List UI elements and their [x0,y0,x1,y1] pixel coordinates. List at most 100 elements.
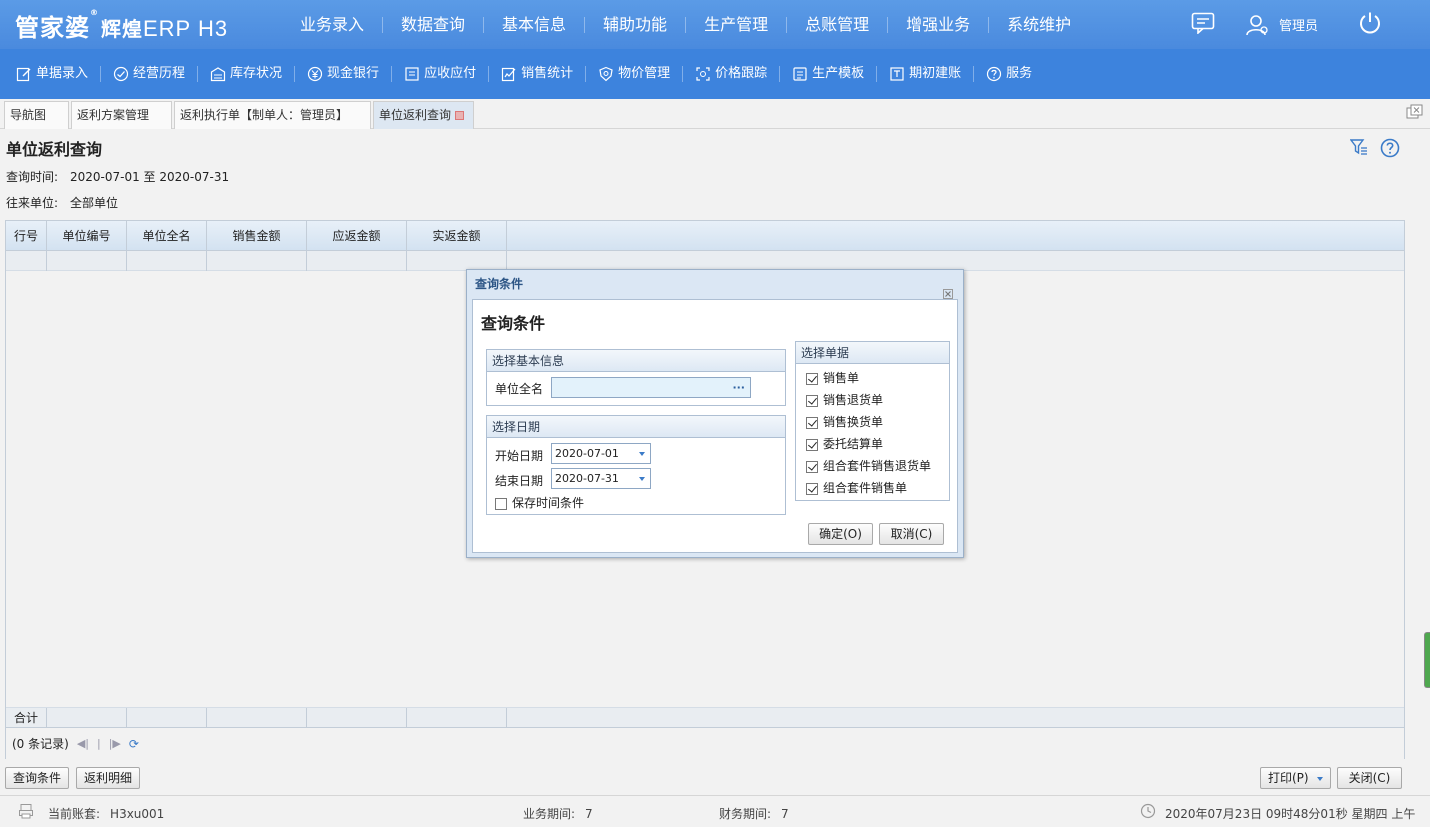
help-icon[interactable] [1380,138,1400,158]
main-nav-item[interactable]: 系统维护 [989,16,1089,33]
account-value: H3xu001 [110,807,165,821]
rebate-detail-button[interactable]: 返利明细 [76,767,141,789]
grid-cell [127,251,207,271]
doc-option[interactable]: 销售换货单 [806,413,883,430]
tab-close-icon[interactable] [455,111,465,120]
power-icon[interactable] [1358,11,1382,38]
unit-row: 往来单位: 全部单位 [6,194,118,211]
sub-nav-label: 生产模板 [812,66,865,81]
query-time-label: 查询时间: [6,170,59,184]
close-button[interactable]: 关闭(C) [1337,767,1402,789]
tab-rebate-plan[interactable]: 返利方案管理 [71,101,172,129]
record-count: (0 条记录) [12,737,69,751]
doc-option[interactable]: 委托结算单 [806,435,883,452]
sub-nav-item-prod-template[interactable]: 生产模板 [792,66,878,82]
doc-checkbox[interactable] [806,394,818,407]
footer-cell [127,708,207,728]
query-conditions-button[interactable]: 查询条件 [5,767,70,789]
fin-period-info: 财务期间: 7 [719,805,789,822]
main-nav-item[interactable]: 数据查询 [383,16,485,33]
doc-option[interactable]: 销售退货单 [806,391,883,408]
refresh-icon[interactable]: ⟳ [129,737,139,751]
unit-name-input[interactable]: ··· [551,377,751,398]
grid-cell [207,251,307,271]
user-menu[interactable]: 管理员 [1245,14,1318,36]
message-icon[interactable] [1191,12,1215,37]
sub-nav-item-entry[interactable]: 单据录入 [16,66,102,82]
tab-rebate-order[interactable]: 返利执行单【制单人：管理员】 [174,101,371,129]
main-nav-item[interactable]: 生产管理 [686,16,788,33]
table-row[interactable] [6,251,1404,271]
dialog-heading: 查询条件 [481,314,546,333]
col-header[interactable]: 应返金额 [307,221,407,251]
tab-navigation[interactable]: 导航图 [4,101,69,129]
start-date-input[interactable]: 2020-07-01 [551,443,651,464]
cancel-button[interactable]: 取消(C) [879,523,944,545]
main-nav-item[interactable]: 辅助功能 [585,16,687,33]
sub-nav-item-cash[interactable]: 现金银行 [307,66,393,82]
browse-icon[interactable]: ··· [732,378,745,397]
doc-checkbox[interactable] [806,482,818,495]
doc-option[interactable]: 销售单 [806,369,859,386]
side-panel-handle[interactable] [1424,632,1430,688]
doc-option[interactable]: 组合套件销售单 [806,479,907,496]
chevron-down-icon[interactable] [639,477,645,481]
col-header[interactable]: 单位编号 [47,221,127,251]
doc-checkbox[interactable] [806,372,818,385]
col-header[interactable]: 单位全名 [127,221,207,251]
chevron-down-icon [1316,776,1323,781]
main-nav-item[interactable]: 增强业务 [888,16,990,33]
sub-nav-item-history[interactable]: 经营历程 [113,66,199,82]
doc-checkbox[interactable] [806,416,818,429]
help-circle-icon [987,66,1002,82]
yen-icon [307,66,323,82]
col-header[interactable]: 销售金额 [207,221,307,251]
doc-type-group: 选择单据 销售单 销售退货单 销售换货单 委托结算单 组合套件销售退货单 组合套… [795,341,950,501]
tab-unit-rebate-query[interactable]: 单位返利查询 [373,101,474,129]
sub-nav-item-service[interactable]: 服务 [986,66,1044,82]
account-info: 当前账套: H3xu001 [48,805,164,822]
tab-strip: 导航图 返利方案管理 返利执行单【制单人：管理员】 单位返利查询 [0,99,1430,129]
main-nav-item[interactable]: 基本信息 [484,16,586,33]
end-date-input[interactable]: 2020-07-31 [551,468,651,489]
chevron-down-icon[interactable] [639,452,645,456]
col-header[interactable]: 行号 [6,221,47,251]
ok-button[interactable]: 确定(O) [808,523,873,545]
main-nav-item[interactable]: 业务录入 [282,16,384,33]
sub-nav-label: 库存状况 [230,66,283,81]
sub-nav-item-sales-stats[interactable]: 销售统计 [501,66,587,82]
sub-nav-item-inventory[interactable]: 库存状况 [210,66,296,82]
next-page-icon[interactable]: |▶ [109,737,121,750]
template-icon [793,67,807,81]
app-logo: 管家婆®辉煌ERP H3 [15,8,228,43]
sub-nav-label: 物价管理 [618,66,671,81]
filter-icon[interactable] [1350,138,1368,156]
doc-checkbox[interactable] [806,438,818,451]
unit-label: 往来单位: [6,196,59,210]
restore-window-icon[interactable] [1406,104,1424,123]
sub-nav-item-opening[interactable]: 期初建账 [889,66,975,82]
save-time-checkbox[interactable] [495,497,507,510]
print-button[interactable]: 打印(P) [1260,767,1331,789]
user-icon [1246,14,1268,35]
main-nav-item[interactable]: 总账管理 [787,16,889,33]
start-date-value: 2020-07-01 [555,447,619,460]
sub-nav-item-receivable[interactable]: 应收应付 [404,66,490,82]
sub-nav-label: 经营历程 [133,66,186,81]
sub-nav-item-price-track[interactable]: 价格跟踪 [695,66,781,82]
unit-value: 全部单位 [70,196,119,210]
footer-cell [407,708,507,728]
start-date-label: 开始日期 [495,449,544,463]
tab-label: 单位返利查询 [379,108,452,122]
grid-footer: 合计 [6,707,1404,728]
grid-cell [307,251,407,271]
doc-option[interactable]: 组合套件销售退货单 [806,457,931,474]
footer-cell [47,708,127,728]
col-header[interactable]: 实返金额 [407,221,507,251]
basic-info-legend: 选择基本信息 [487,350,785,372]
save-time-option[interactable]: 保存时间条件 [495,494,584,511]
dialog-titlebar[interactable]: 查询条件 [467,270,963,299]
sub-nav-item-price-mgmt[interactable]: 物价管理 [598,66,684,82]
first-page-icon[interactable]: ◀| [77,737,89,750]
doc-checkbox[interactable] [806,460,818,473]
